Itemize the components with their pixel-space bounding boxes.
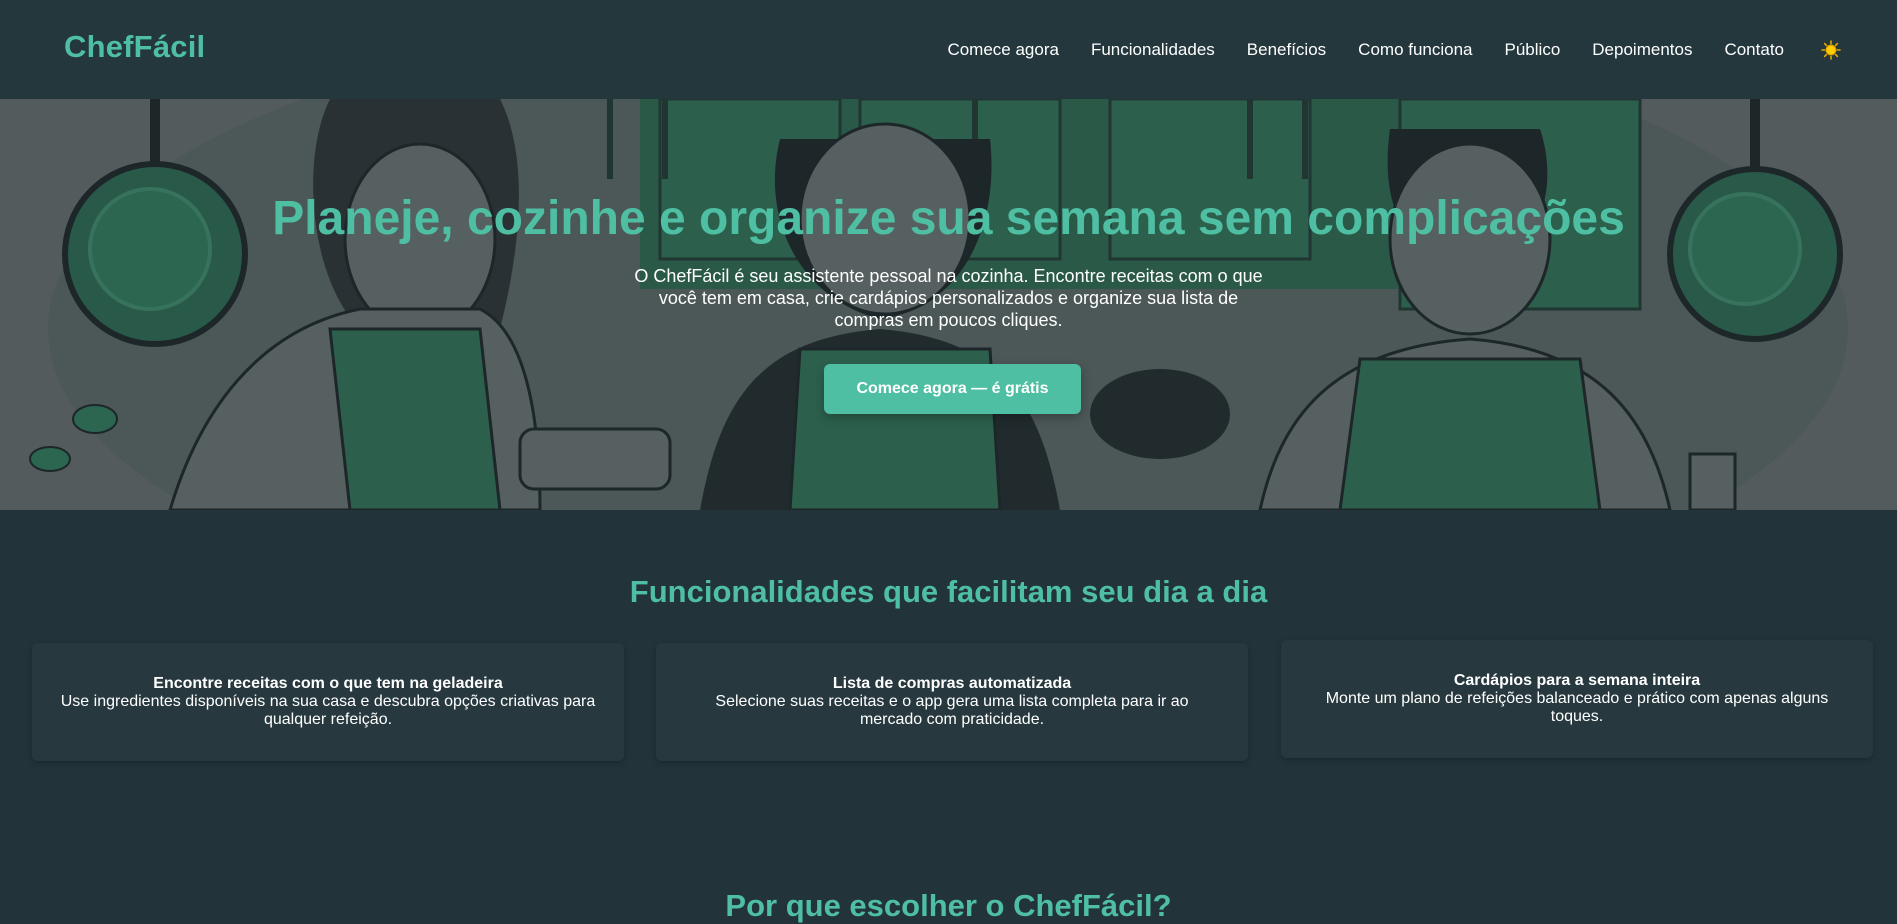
nav-link-comece-agora[interactable]: Comece agora	[947, 40, 1059, 60]
feature-card-receitas: Encontre receitas com o que tem na gelad…	[32, 643, 624, 761]
feature-card-title: Lista de compras automatizada	[832, 675, 1072, 692]
feature-card-lista-compras: Lista de compras automatizada Selecione …	[656, 643, 1248, 761]
feature-card-cardapios: Cardápios para a semana inteira Monte um…	[1281, 640, 1873, 758]
features-title: Funcionalidades que facilitam seu dia a …	[629, 574, 1268, 609]
hero-title: Planeje, cozinhe e organize sua semana s…	[272, 192, 1625, 245]
hero-content: Planeje, cozinhe e organize sua semana s…	[0, 99, 1897, 510]
hero-subtitle: O ChefFácil é seu assistente pessoal na …	[634, 266, 1263, 330]
nav-link-como-funciona[interactable]: Como funciona	[1358, 40, 1472, 60]
benefits-title: Por que escolher o ChefFácil?	[725, 888, 1172, 923]
nav-link-contato[interactable]: Contato	[1724, 40, 1784, 60]
nav-link-depoimentos[interactable]: Depoimentos	[1592, 40, 1692, 60]
logo[interactable]: ChefFácil	[64, 29, 205, 65]
feature-card-text: Monte um plano de refeições balanceado e…	[1325, 690, 1829, 725]
feature-card-title: Encontre receitas com o que tem na gelad…	[153, 675, 503, 692]
nav-link-funcionalidades[interactable]: Funcionalidades	[1091, 40, 1215, 60]
sun-icon	[1821, 39, 1841, 60]
nav-link-publico[interactable]: Público	[1505, 40, 1561, 60]
hero-cta-button[interactable]: Comece agora — é grátis	[824, 364, 1081, 414]
theme-toggle-button[interactable]	[1820, 39, 1842, 61]
features-section: Funcionalidades que facilitam seu dia a …	[0, 510, 1897, 923]
navbar: ChefFácil Comece agora Funcionalidades B…	[0, 0, 1897, 99]
hero-section: Planeje, cozinhe e organize sua semana s…	[0, 99, 1897, 510]
nav-link-beneficios[interactable]: Benefícios	[1247, 40, 1326, 60]
feature-card-text: Selecione suas receitas e o app gera uma…	[715, 693, 1189, 728]
main-nav: Comece agora Funcionalidades Benefícios …	[947, 39, 1842, 61]
feature-card-title: Cardápios para a semana inteira	[1453, 672, 1701, 689]
feature-card-text: Use ingredientes disponíveis na sua casa…	[60, 693, 596, 728]
